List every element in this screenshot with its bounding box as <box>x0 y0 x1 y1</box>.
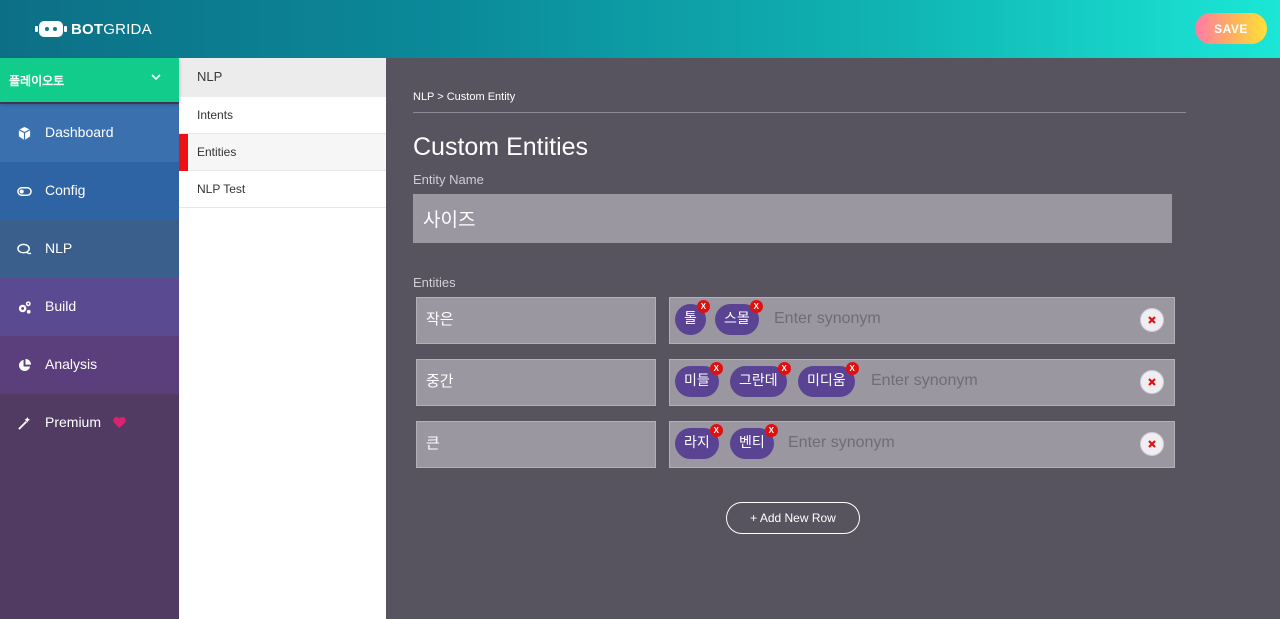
close-icon <box>1148 378 1156 386</box>
close-icon <box>1148 316 1156 324</box>
synonym-chip: 미들 X <box>675 362 723 397</box>
synonym-field[interactable]: 톨X 스몰 X <box>669 297 1175 344</box>
botgrida-logo[interactable]: BOTGRIDA <box>34 19 152 39</box>
chip-remove-button[interactable]: X <box>749 300 763 313</box>
magic-wand-icon <box>18 416 31 430</box>
subnav-item-intents[interactable]: Intents <box>179 97 386 134</box>
delete-row-button[interactable] <box>1140 432 1164 456</box>
sidebar-item-build[interactable]: Build <box>0 278 179 336</box>
synonym-chip: 그란데 X <box>730 362 791 397</box>
page-title: Custom Entities <box>413 133 589 161</box>
chip-remove-button[interactable]: X <box>709 424 723 437</box>
project-selector[interactable]: 플레이오토 <box>0 58 179 102</box>
save-button[interactable]: SAVE <box>1195 13 1267 44</box>
chat-icon <box>17 243 32 255</box>
entities-label: Entities <box>413 275 456 290</box>
entity-name-label: Entity Name <box>413 172 484 187</box>
synonym-input[interactable] <box>774 306 1034 332</box>
synonym-chip: 톨X <box>675 300 710 335</box>
toggle-icon <box>17 187 32 196</box>
delete-row-button[interactable] <box>1140 308 1164 332</box>
breadcrumb: NLP > Custom Entity <box>413 91 516 103</box>
cube-icon <box>18 126 31 141</box>
sidebar-item-label: NLP <box>45 240 73 256</box>
synonym-field[interactable]: 라지 X 벤티 X <box>669 421 1175 468</box>
robot-icon <box>34 19 68 39</box>
synonym-input[interactable] <box>788 430 1048 456</box>
synonym-input[interactable] <box>871 368 1131 394</box>
project-name: 플레이오토 <box>9 74 65 88</box>
heart-icon <box>113 416 126 429</box>
synonym-chip: 스몰 X <box>715 300 763 335</box>
sidebar: 플레이오토 Dashboard Config NLP Build Analysi… <box>0 58 179 619</box>
sidebar-item-label: Config <box>45 182 86 198</box>
entity-value-field[interactable]: 큰 <box>416 421 656 468</box>
add-new-row-button[interactable]: + Add New Row <box>726 502 860 534</box>
synonym-chip: 라지 X <box>675 424 723 459</box>
sidebar-item-label: Dashboard <box>45 124 114 140</box>
sidebar-item-analysis[interactable]: Analysis <box>0 336 179 394</box>
sidebar-item-dashboard[interactable]: Dashboard <box>0 104 179 162</box>
chip-remove-button[interactable]: X <box>764 424 778 437</box>
close-icon <box>1148 440 1156 448</box>
subnav-item-nlp-test[interactable]: NLP Test <box>179 171 386 208</box>
chevron-down-icon <box>151 74 161 81</box>
synonym-chip: 미디움 X <box>798 362 859 397</box>
pie-chart-icon <box>18 358 32 372</box>
sidebar-item-label: Build <box>45 298 77 314</box>
entity-value-field[interactable]: 중간 <box>416 359 656 406</box>
delete-row-button[interactable] <box>1140 370 1164 394</box>
entity-value-field[interactable]: 작은 <box>416 297 656 344</box>
chip-remove-button[interactable]: X <box>709 362 723 375</box>
divider <box>413 112 1186 113</box>
entity-name-input[interactable] <box>413 194 1172 243</box>
sidebar-item-nlp[interactable]: NLP <box>0 220 179 278</box>
chip-remove-button[interactable]: X <box>777 362 791 375</box>
subnav-item-entities[interactable]: Entities <box>179 134 386 171</box>
sidebar-item-premium[interactable]: Premium <box>0 394 179 452</box>
synonym-field[interactable]: 미들 X 그란데 X 미디움 X <box>669 359 1175 406</box>
subnav-title: NLP <box>179 58 386 97</box>
synonym-chip: 벤티 X <box>730 424 778 459</box>
gears-icon <box>18 301 31 314</box>
chip-remove-button[interactable]: X <box>845 362 859 375</box>
top-header: BOTGRIDA SAVE <box>0 0 1280 58</box>
sidebar-item-label: Analysis <box>45 356 98 372</box>
sidebar-item-config[interactable]: Config <box>0 162 179 220</box>
nlp-subnav: NLP Intents Entities NLP Test <box>179 58 386 619</box>
sidebar-item-label: Premium <box>45 414 102 430</box>
logo-text: BOTGRIDA <box>71 20 152 38</box>
chip-remove-button[interactable]: X <box>696 300 710 313</box>
